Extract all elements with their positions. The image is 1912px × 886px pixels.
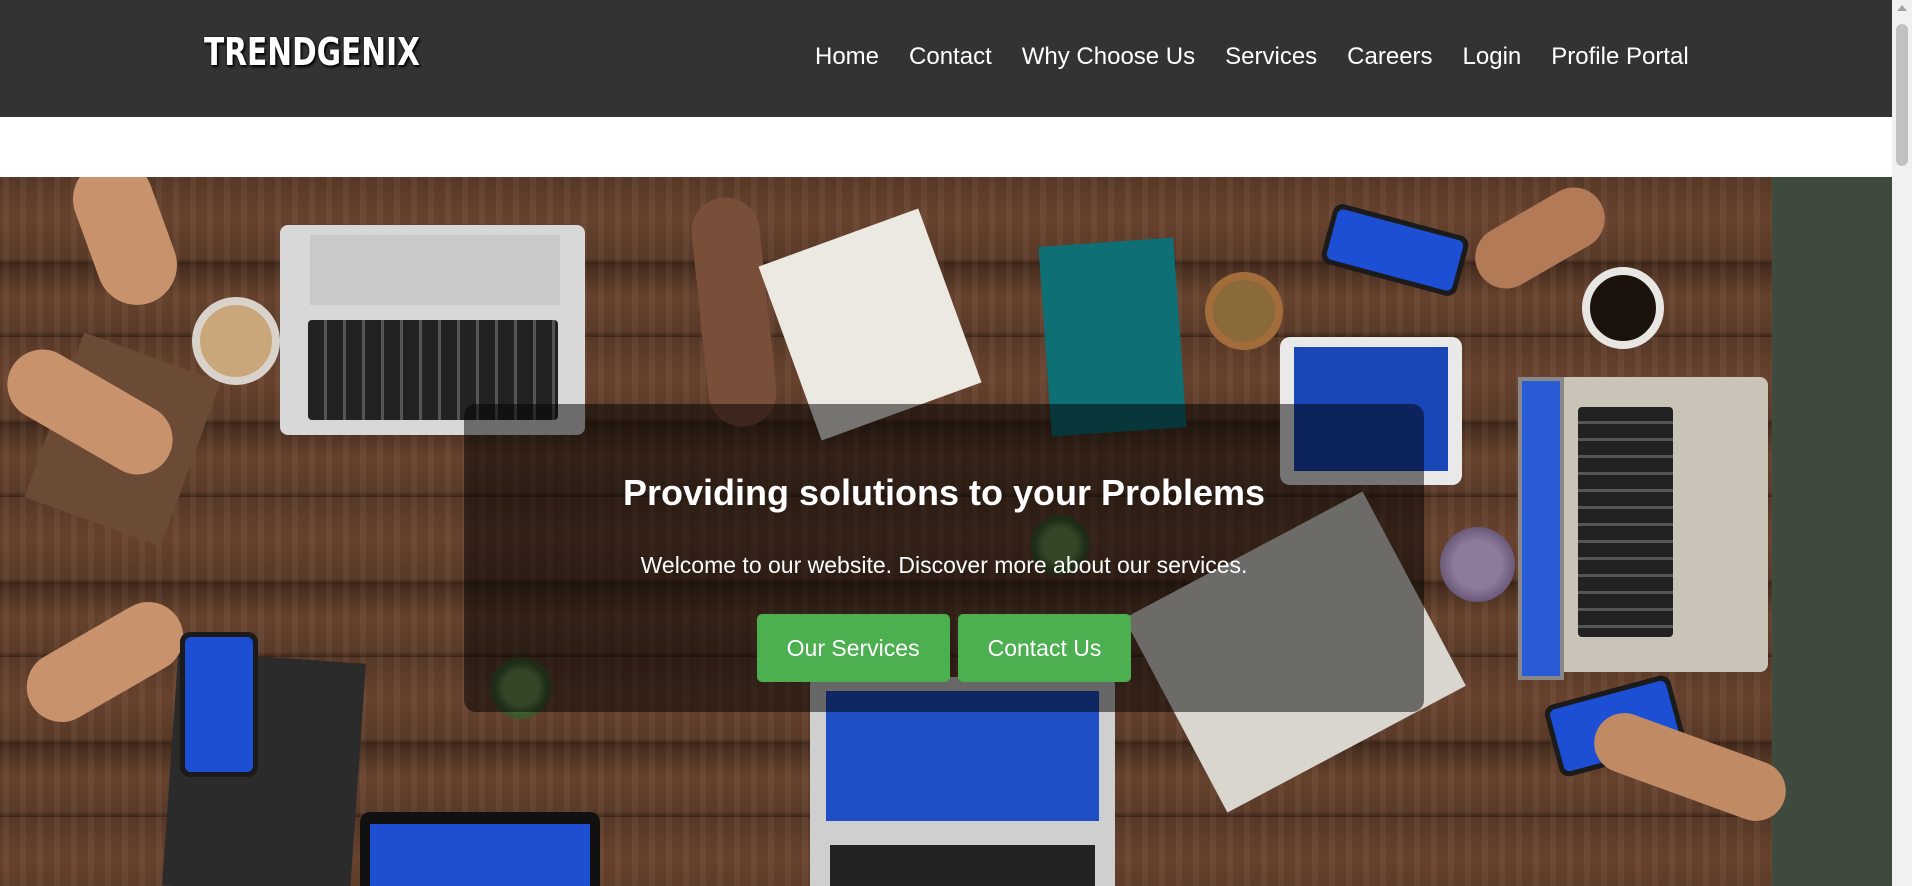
hero-overlay-card: Providing solutions to your Problems Wel…	[464, 404, 1424, 712]
page-scrollbar[interactable]	[1892, 0, 1912, 886]
our-services-button[interactable]: Our Services	[756, 614, 950, 682]
hero-bg-wall	[1772, 177, 1892, 886]
decor-plant	[1440, 527, 1515, 602]
hero-button-row: Our Services Contact Us	[464, 614, 1424, 682]
nav-link-profile-portal[interactable]: Profile Portal	[1536, 43, 1703, 71]
nav-link-careers[interactable]: Careers	[1332, 43, 1447, 71]
hero-title: Providing solutions to your Problems	[622, 472, 1266, 513]
nav-link-services[interactable]: Services	[1210, 43, 1332, 71]
nav-link-why-choose-us[interactable]: Why Choose Us	[1007, 43, 1210, 71]
nav-link-home[interactable]: Home	[800, 43, 894, 71]
main-nav: Home Contact Why Choose Us Services Care…	[800, 43, 1704, 71]
scrollbar-thumb[interactable]	[1896, 24, 1908, 166]
hero-subtitle: Welcome to our website. Discover more ab…	[640, 552, 1248, 578]
brand-logo[interactable]: TRENDGENIX	[204, 30, 420, 74]
nav-link-login[interactable]: Login	[1448, 43, 1537, 71]
decor-coffee-cup	[1582, 267, 1664, 349]
decor-tablet	[360, 812, 600, 886]
nav-link-contact[interactable]: Contact	[894, 43, 1007, 71]
top-navbar: TRENDGENIX Home Contact Why Choose Us Se…	[0, 0, 1892, 117]
decor-laptop	[1518, 377, 1768, 680]
decor-phone	[180, 632, 258, 777]
decor-coffee-cup	[1205, 272, 1283, 350]
decor-coffee-cup	[192, 297, 280, 385]
contact-us-button[interactable]: Contact Us	[957, 614, 1132, 682]
scroll-up-arrow-icon[interactable]	[1897, 5, 1907, 11]
